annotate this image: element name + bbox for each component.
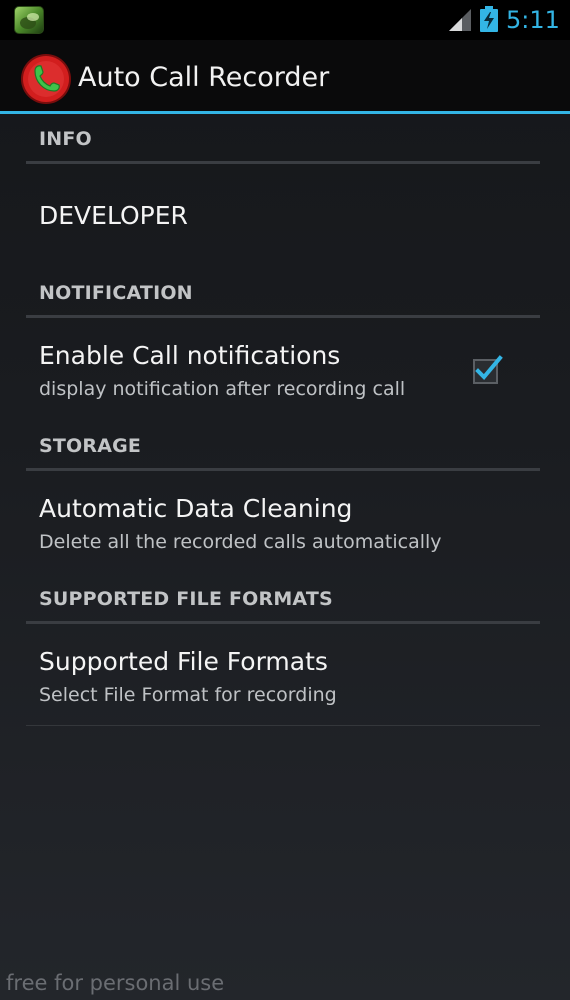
pref-title: DEVELOPER bbox=[39, 201, 188, 230]
category-supported-file-formats: SUPPORTED FILE FORMATS bbox=[26, 574, 540, 624]
category-storage: STORAGE bbox=[26, 421, 540, 471]
pref-developer[interactable]: DEVELOPER bbox=[26, 164, 540, 268]
pref-title: Supported File Formats bbox=[39, 647, 328, 676]
category-label: SUPPORTED FILE FORMATS bbox=[39, 588, 333, 610]
app-notification-icon bbox=[14, 6, 44, 34]
preferences-list: INFO DEVELOPER NOTIFICATION Enable Call … bbox=[26, 114, 540, 727]
category-notification: NOTIFICATION bbox=[26, 268, 540, 318]
list-divider bbox=[26, 725, 540, 726]
app-title: Auto Call Recorder bbox=[78, 62, 330, 93]
phone-handset-icon[interactable] bbox=[20, 53, 72, 105]
watermark: free for personal use bbox=[6, 971, 225, 995]
pref-title: Enable Call notifications bbox=[39, 341, 341, 370]
pref-supported-file-formats[interactable]: Supported File Formats Select File Forma… bbox=[26, 624, 540, 727]
category-label: NOTIFICATION bbox=[39, 282, 193, 304]
pref-enable-call-notifications[interactable]: Enable Call notifications display notifi… bbox=[26, 318, 540, 421]
category-label: INFO bbox=[39, 128, 92, 150]
signal-strength-icon bbox=[449, 9, 471, 31]
pref-automatic-data-cleaning[interactable]: Automatic Data Cleaning Delete all the r… bbox=[26, 471, 540, 574]
pref-title: Automatic Data Cleaning bbox=[39, 494, 353, 523]
status-time: 5:11 bbox=[506, 6, 560, 34]
phone-screen: 5:11 Auto Call Recorder INFO DEVELOPER N… bbox=[0, 0, 570, 1000]
action-bar: Auto Call Recorder bbox=[0, 40, 570, 114]
status-bar: 5:11 bbox=[0, 0, 570, 40]
battery-charging-icon bbox=[480, 6, 498, 32]
checkbox-checked-icon[interactable] bbox=[473, 354, 503, 384]
category-label: STORAGE bbox=[39, 435, 142, 457]
category-info: INFO bbox=[26, 114, 540, 164]
pref-summary: display notification after recording cal… bbox=[39, 378, 406, 400]
pref-summary: Select File Format for recording bbox=[39, 684, 337, 706]
pref-summary: Delete all the recorded calls automatica… bbox=[39, 531, 442, 553]
